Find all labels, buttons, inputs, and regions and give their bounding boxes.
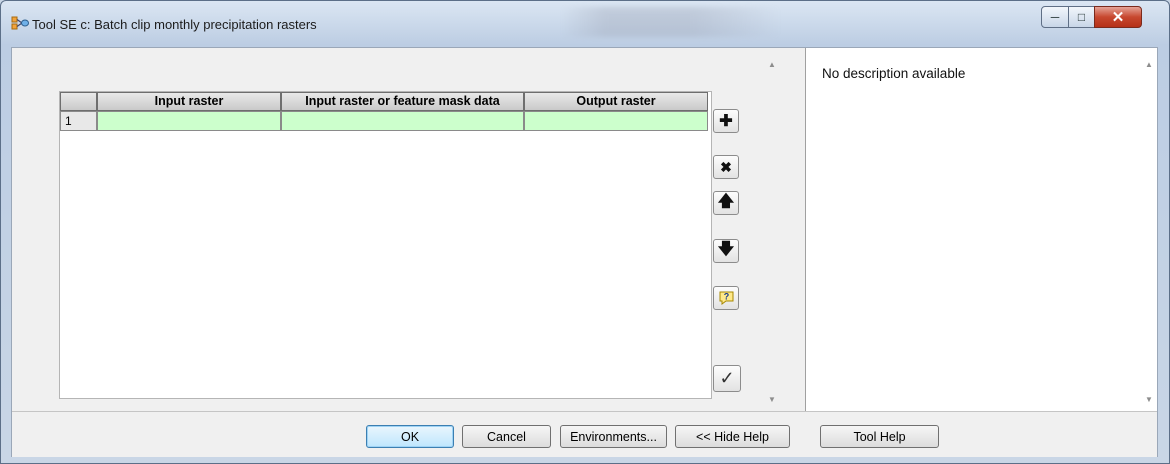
minimize-button[interactable]: ─ xyxy=(1041,6,1069,28)
help-scrollbar[interactable]: ▲ ▼ xyxy=(1140,48,1157,411)
help-scroll-down-arrow-icon[interactable]: ▼ xyxy=(1145,395,1153,404)
column-header-mask-data[interactable]: Input raster or feature mask data xyxy=(281,92,524,111)
ok-button[interactable]: OK xyxy=(366,425,454,448)
cell-mask-data[interactable] xyxy=(281,111,524,131)
check-button[interactable]: ✓ xyxy=(713,365,741,392)
question-icon: ? xyxy=(719,291,733,305)
delete-row-button[interactable]: ✖ xyxy=(713,155,739,179)
svg-text:?: ? xyxy=(723,292,729,302)
arrow-down-icon: 🡇 xyxy=(717,240,735,258)
parameter-scrollbar[interactable]: ▲ ▼ xyxy=(763,48,780,411)
tool-dialog-window: Tool SE c: Batch clip monthly precipitat… xyxy=(0,0,1170,464)
row-number[interactable]: 1 xyxy=(60,111,97,131)
dialog-content: Input raster Input raster or feature mas… xyxy=(11,47,1158,457)
move-down-button[interactable]: 🡇 xyxy=(713,239,739,263)
cancel-button[interactable]: Cancel xyxy=(462,425,551,448)
grid-corner-cell[interactable] xyxy=(60,92,97,111)
help-description: No description available xyxy=(822,66,966,81)
environments-button[interactable]: Environments... xyxy=(560,425,667,448)
column-header-input-raster[interactable]: Input raster xyxy=(97,92,281,111)
dialog-footer: OK Cancel Environments... << Hide Help T… xyxy=(12,411,1157,457)
parameter-pane: Input raster Input raster or feature mas… xyxy=(16,48,798,411)
cell-input-raster[interactable] xyxy=(97,111,281,131)
help-scroll-up-arrow-icon[interactable]: ▲ xyxy=(1145,60,1153,69)
scroll-down-arrow-icon[interactable]: ▼ xyxy=(768,395,776,404)
plus-icon: ✚ xyxy=(719,113,733,130)
hide-help-button[interactable]: << Hide Help xyxy=(675,425,790,448)
grid-header: Input raster Input raster or feature mas… xyxy=(60,92,711,111)
close-button[interactable]: ✕ xyxy=(1094,6,1142,28)
scroll-up-arrow-icon[interactable]: ▲ xyxy=(768,60,776,69)
title-bar[interactable]: Tool SE c: Batch clip monthly precipitat… xyxy=(1,1,1169,45)
close-icon: ✕ xyxy=(1111,9,1125,26)
arrow-up-icon: 🡅 xyxy=(717,192,735,210)
move-up-button[interactable]: 🡅 xyxy=(713,191,739,215)
model-tool-icon xyxy=(11,16,29,30)
tool-help-button[interactable]: Tool Help xyxy=(820,425,939,448)
add-row-button[interactable]: ✚ xyxy=(713,109,739,133)
x-icon: ✖ xyxy=(720,158,732,175)
help-button[interactable]: ? xyxy=(713,286,739,310)
table-row[interactable]: 1 xyxy=(60,111,711,131)
cell-output-raster[interactable] xyxy=(524,111,708,131)
batch-grid[interactable]: Input raster Input raster or feature mas… xyxy=(59,91,712,399)
column-header-output-raster[interactable]: Output raster xyxy=(524,92,708,111)
maximize-icon: □ xyxy=(1077,10,1086,24)
maximize-button[interactable]: □ xyxy=(1068,6,1095,28)
help-pane: No description available ▲ ▼ xyxy=(805,48,1157,411)
window-title: Tool SE c: Batch clip monthly precipitat… xyxy=(32,17,317,32)
checkmark-icon: ✓ xyxy=(719,368,735,388)
background-blur xyxy=(561,7,781,37)
minimize-icon: ─ xyxy=(1050,10,1060,24)
